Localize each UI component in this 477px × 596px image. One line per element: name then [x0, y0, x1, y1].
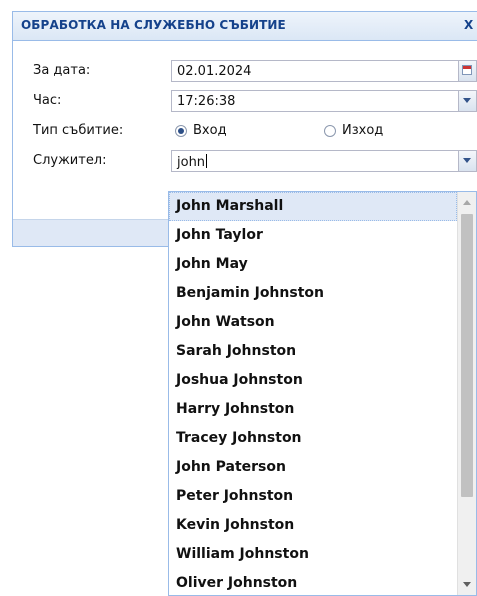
time-value: 17:26:38 — [177, 94, 236, 109]
chevron-down-icon — [463, 98, 471, 103]
radio-entry[interactable]: Вход — [175, 123, 227, 138]
scroll-down-icon[interactable] — [463, 582, 471, 587]
employee-option[interactable]: Oliver Johnston — [169, 569, 457, 595]
employee-combobox[interactable]: john — [171, 150, 477, 172]
employee-option[interactable]: John Taylor — [169, 221, 457, 250]
time-field[interactable]: 17:26:38 — [171, 90, 477, 112]
employee-input[interactable]: john — [177, 154, 208, 170]
date-value: 02.01.2024 — [177, 64, 252, 79]
time-dropdown-button[interactable] — [458, 91, 476, 111]
employee-option[interactable]: John May — [169, 250, 457, 279]
employee-label: Служител: — [33, 153, 107, 168]
employee-input-value: john — [177, 155, 206, 170]
time-label: Час: — [33, 93, 62, 108]
radio-exit-label: Изход — [342, 123, 384, 138]
employee-dropdown-button[interactable] — [458, 151, 476, 171]
scroll-up-icon[interactable] — [463, 200, 471, 205]
employee-option[interactable]: Harry Johnston — [169, 395, 457, 424]
calendar-icon — [462, 65, 472, 75]
radio-exit-button[interactable] — [324, 124, 336, 137]
dropdown-scrollbar[interactable] — [457, 192, 476, 595]
close-icon[interactable]: X — [464, 17, 477, 33]
employee-options: John Marshall John Taylor John May Benjamin… — [169, 192, 457, 595]
radio-entry-label: Вход — [193, 123, 227, 138]
employee-option[interactable]: Kevin Johnston — [169, 511, 457, 540]
employee-option[interactable]: Sarah Johnston — [169, 337, 457, 366]
employee-option[interactable]: Peter Johnston — [169, 482, 457, 511]
radio-exit[interactable]: Изход — [324, 123, 383, 138]
employee-option[interactable]: Benjamin Johnston — [169, 279, 457, 308]
scrollbar-thumb[interactable] — [461, 214, 473, 497]
employee-option[interactable]: John Watson — [169, 308, 457, 337]
employee-option[interactable]: Tracey Johnston — [169, 424, 457, 453]
employee-option[interactable]: Joshua Johnston — [169, 366, 457, 395]
chevron-down-icon — [463, 158, 471, 163]
text-cursor — [206, 154, 208, 168]
dialog-header: ОБРАБОТКА НА СЛУЖЕБНО СЪБИТИЕ X — [13, 12, 477, 41]
employee-dropdown-list[interactable]: John Marshall John Taylor John May Benjamin… — [168, 191, 477, 596]
date-field[interactable]: 02.01.2024 — [171, 60, 477, 82]
date-label: За дата: — [33, 63, 91, 78]
employee-option[interactable]: William Johnston — [169, 540, 457, 569]
radio-entry-button[interactable] — [175, 124, 187, 137]
date-picker-button[interactable] — [458, 61, 476, 81]
dialog-title: ОБРАБОТКА НА СЛУЖЕБНО СЪБИТИЕ — [21, 18, 286, 32]
employee-option[interactable]: John Paterson — [169, 453, 457, 482]
event-type-label: Тип събитие: — [33, 123, 124, 138]
employee-option[interactable]: John Marshall — [169, 192, 457, 221]
